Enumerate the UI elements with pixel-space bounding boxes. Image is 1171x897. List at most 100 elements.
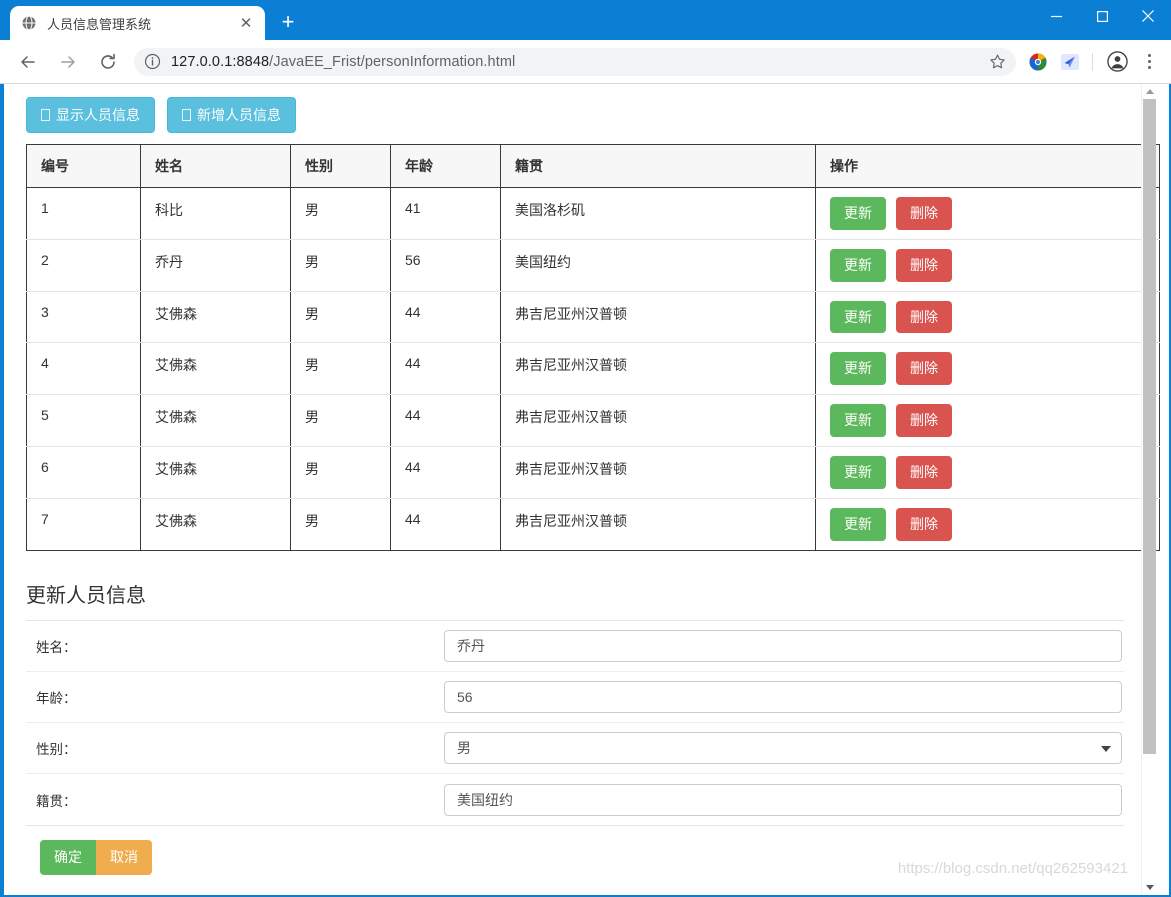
hometown-input[interactable]: 美国纽约 (444, 783, 1122, 816)
column-header-gender: 性别 (290, 144, 391, 188)
cell-gender: 男 (290, 394, 391, 447)
cell-id: 5 (26, 394, 141, 447)
cell-gender: 男 (290, 239, 391, 292)
update-button[interactable]: 更新 (830, 197, 886, 230)
table-row: 3 艾佛森男 44 弗吉尼亚州汉普顿 更新 删除 (26, 291, 1160, 344)
back-icon[interactable] (11, 45, 45, 79)
name-label: 姓名： (36, 640, 77, 655)
delete-button[interactable]: 删除 (896, 404, 952, 437)
cell-hometown: 弗吉尼亚州汉普顿 (500, 342, 816, 396)
watermark-text: https://blog.csdn.net/qq262593421 (897, 860, 1128, 877)
bookmark-star-icon[interactable] (982, 49, 1012, 75)
tab-title: 人员信息管理系统 (47, 16, 152, 32)
account-avatar-icon[interactable] (1102, 47, 1132, 77)
cell-age: 44 (390, 446, 501, 499)
column-header-age: 年龄 (390, 144, 501, 188)
cell-actions: 更新 删除 (815, 291, 1160, 344)
toolbar-divider (1092, 52, 1093, 71)
cell-hometown: 美国洛杉矶 (500, 187, 816, 240)
globe-icon (20, 15, 37, 32)
form-row-age: 年龄： 56 (26, 672, 1124, 723)
delete-button[interactable]: 删除 (896, 248, 952, 282)
update-button[interactable]: 更新 (830, 507, 886, 541)
update-button[interactable]: 更新 (830, 404, 886, 437)
hometown-label: 籍贯： (36, 793, 77, 809)
cell-actions: 更新 删除 (815, 498, 1160, 551)
reload-icon[interactable] (91, 45, 125, 79)
browser-tab[interactable]: 人员信息管理系统 ✕ (10, 6, 265, 40)
minimize-button[interactable] (1033, 0, 1079, 32)
table-row: 2 乔丹男 56 美国纽约 更新 删除 (26, 239, 1160, 292)
three-dot-menu-icon[interactable] (1135, 47, 1163, 77)
scroll-down-button[interactable] (1142, 880, 1157, 895)
delete-button[interactable]: 删除 (896, 352, 952, 386)
forward-icon[interactable] (51, 45, 85, 79)
name-input[interactable]: 乔丹 (444, 630, 1122, 662)
cell-gender: 男 (290, 342, 391, 396)
cell-gender: 男 (290, 498, 391, 551)
delete-button[interactable]: 删除 (896, 197, 952, 230)
update-button[interactable]: 更新 (830, 248, 886, 282)
age-label: 年龄： (36, 691, 77, 706)
blue-arrow-extension-icon[interactable] (1056, 48, 1084, 76)
cell-gender: 男 (290, 187, 391, 240)
idm-extension-icon[interactable] (1024, 48, 1052, 76)
cell-id: 2 (26, 239, 141, 292)
update-person-form: 更新人员信息 姓名： 乔丹 年龄： 56 性别： 男 籍贯： 美国纽约 确定 取… (26, 579, 1124, 875)
person-table: 编号 姓名 性别 年龄 籍贯 操作 1 科比男 41 美国洛杉矶 更新 删除 2 乔丹男 56 美… (26, 144, 1160, 551)
table-body: 1 科比男 41 美国洛杉矶 更新 删除 2 乔丹男 56 美国纽约 更新 删除 3 艾佛森男 44 弗吉尼亚… (26, 187, 1160, 551)
delete-button[interactable]: 删除 (896, 300, 952, 334)
update-button[interactable]: 更新 (830, 300, 886, 334)
cell-id: 6 (26, 446, 141, 499)
gender-select[interactable]: 男 (444, 732, 1122, 764)
delete-button[interactable]: 删除 (896, 507, 952, 541)
update-button[interactable]: 更新 (830, 352, 886, 386)
cell-name: 乔丹 (140, 239, 291, 292)
cell-hometown: 弗吉尼亚州汉普顿 (500, 498, 816, 551)
cancel-button[interactable]: 取消 (96, 840, 152, 875)
scrollbar-thumb[interactable] (1143, 99, 1156, 754)
form-row-gender: 性别： 男 (26, 723, 1124, 774)
table-row: 7 艾佛森男 44 弗吉尼亚州汉普顿 更新 删除 (27, 498, 1160, 551)
cell-name: 艾佛森 (140, 446, 291, 499)
cell-actions: 更新 删除 (815, 446, 1160, 499)
confirm-button[interactable]: 确定 (40, 840, 96, 875)
url-path: /JavaEE_Frist/personInformation.html (269, 53, 516, 70)
vertical-scrollbar[interactable] (1141, 84, 1156, 895)
missing-glyph-icon (41, 109, 50, 121)
delete-button[interactable]: 删除 (896, 455, 952, 489)
cell-name: 艾佛森 (140, 394, 291, 447)
age-input[interactable]: 56 (444, 681, 1122, 713)
new-tab-button[interactable]: + (273, 7, 303, 37)
form-title: 更新人员信息 (26, 585, 146, 607)
cell-name: 艾佛森 (140, 498, 291, 551)
update-button[interactable]: 更新 (830, 455, 886, 489)
cell-hometown: 弗吉尼亚州汉普顿 (500, 394, 816, 447)
browser-titlebar: 人员信息管理系统 ✕ + (0, 0, 1171, 40)
cell-age: 44 (390, 342, 501, 396)
page-content: 显示人员信息 新增人员信息 编号 姓名 性别 年龄 籍贯 操作 1 科比 男 4… (4, 84, 1160, 895)
scroll-up-button[interactable] (1142, 84, 1157, 99)
close-icon[interactable]: ✕ (237, 14, 255, 32)
address-bar[interactable]: 127.0.0.1:8848/JavaEE_Frist/personInform… (134, 47, 1016, 76)
cell-gender: 男 (290, 291, 391, 344)
chevron-down-icon (1101, 746, 1111, 752)
cell-hometown: 弗吉尼亚州汉普顿 (500, 446, 816, 499)
add-person-info-button[interactable]: 新增人员信息 (167, 97, 296, 133)
cell-actions: 更新 删除 (815, 342, 1160, 396)
column-header-actions: 操作 (815, 144, 1160, 188)
close-button[interactable] (1125, 0, 1171, 32)
cell-actions: 更新 删除 (815, 394, 1160, 447)
show-person-info-button[interactable]: 显示人员信息 (26, 97, 155, 133)
cell-id: 1 (26, 187, 141, 240)
maximize-button[interactable] (1079, 0, 1125, 32)
cell-gender: 男 (290, 446, 391, 499)
table-row: 4 艾佛森男 44 弗吉尼亚州汉普顿 更新 删除 (26, 342, 1160, 396)
cell-actions: 更新 删除 (815, 187, 1160, 240)
gender-selected-value: 男 (457, 740, 471, 756)
table-row: 5 艾佛森男 44 弗吉尼亚州汉普顿 更新 删除 (26, 394, 1160, 447)
site-info-icon[interactable] (144, 53, 162, 71)
cell-age: 56 (390, 239, 501, 292)
cell-age: 41 (390, 187, 501, 240)
cell-name: 科比 (140, 187, 291, 240)
